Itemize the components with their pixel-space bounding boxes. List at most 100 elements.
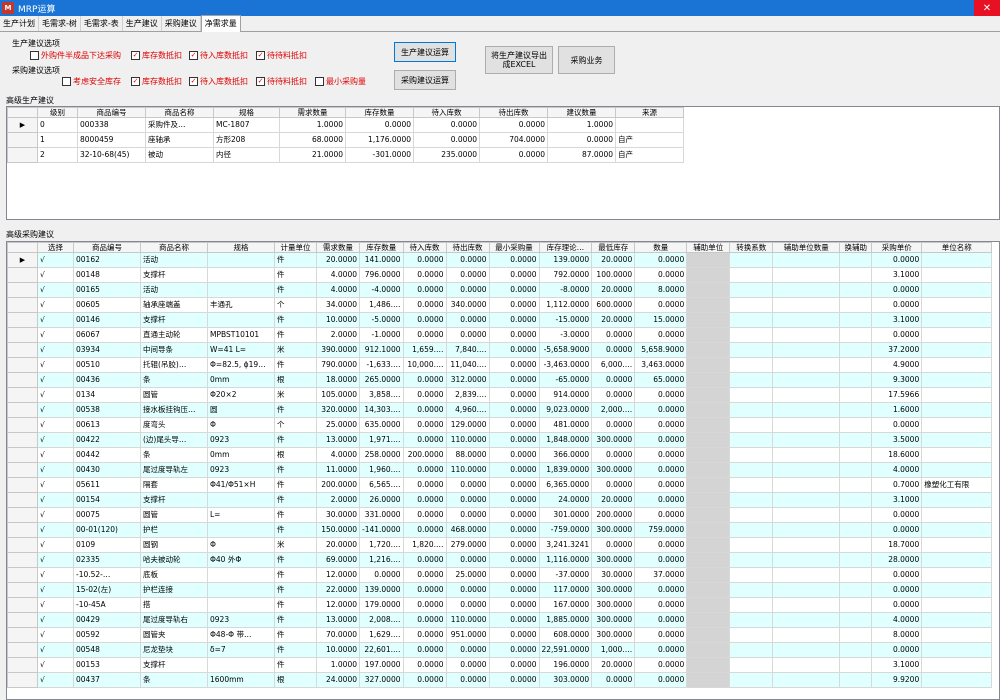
purchase-row[interactable]: √ 00165 活动件 4.0000 -4.0000 0.0000 0.0000 0.0000… xyxy=(7,282,993,298)
purchase-cell[interactable]: -10-45A xyxy=(73,597,141,613)
purchase-cell[interactable]: 2.0000 xyxy=(316,492,360,508)
purchase-cell[interactable]: 0134 xyxy=(73,387,141,403)
purchase-cell[interactable] xyxy=(772,522,841,538)
row-indicator[interactable] xyxy=(7,492,38,508)
purchase-row[interactable]: √ 0109 圆钢 Φ 米 20.0000 1,720.… 1,820.… 279.0000 0.… xyxy=(7,537,993,553)
purchase-cell[interactable]: 0.0000 xyxy=(488,492,540,508)
row-indicator[interactable] xyxy=(7,612,38,628)
purchase-cell[interactable]: 根 xyxy=(274,447,317,463)
checkbox-safety-stock[interactable]: 考虑安全库存 xyxy=(62,76,121,87)
purchase-cell[interactable]: 2,839.… xyxy=(445,387,490,403)
purchase-cell[interactable]: 件 xyxy=(274,552,317,568)
purchase-cell[interactable] xyxy=(772,612,841,628)
purchase-cell[interactable]: 0.0000 xyxy=(445,507,490,523)
purchase-cell[interactable]: 隔套 xyxy=(140,477,208,493)
row-indicator[interactable] xyxy=(7,642,38,658)
purchase-cell[interactable] xyxy=(729,627,774,643)
purchase-cell[interactable] xyxy=(839,372,873,388)
purchase-cell[interactable]: 15-02(左) xyxy=(73,582,141,598)
purchase-cell[interactable]: 件 xyxy=(274,657,317,673)
purchase-cell[interactable]: 0.0000 xyxy=(402,507,447,523)
purchase-cell[interactable]: 圆管 xyxy=(140,387,208,403)
purchase-cell[interactable] xyxy=(729,477,774,493)
checkbox-stock-deduct[interactable]: ✓ 库存数抵扣 xyxy=(131,50,182,61)
purchase-cell[interactable]: 117.0000 xyxy=(538,582,593,598)
purchase-cell[interactable]: 1.6000 xyxy=(871,402,923,418)
purchase-cell[interactable]: 条 xyxy=(140,447,208,463)
row-indicator[interactable] xyxy=(7,567,38,583)
purchase-column-header[interactable]: 待入库数 xyxy=(402,242,447,253)
production-row[interactable]: 2 32-10-68(45) 被动 内径 21.0000 -301.0000 235.000… xyxy=(7,147,684,163)
purchase-cell[interactable]: 8.0000 xyxy=(634,282,688,298)
purchase-cell[interactable]: 06067 xyxy=(73,327,141,343)
purchase-cell[interactable]: 340.0000 xyxy=(445,297,490,313)
purchase-cell[interactable]: 03934 xyxy=(73,342,141,358)
purchase-cell[interactable]: 件 xyxy=(274,507,317,523)
production-column-header[interactable]: 商品编号 xyxy=(77,107,146,118)
row-indicator[interactable] xyxy=(7,372,38,388)
purchase-row[interactable]: √ 00442 条 0mm 根 4.0000 258.0000 200.0000 88.0000… xyxy=(7,447,993,463)
purchase-cell[interactable]: 17.5966 xyxy=(871,387,923,403)
purchase-cell[interactable]: 0.0000 xyxy=(591,537,636,553)
production-cell[interactable]: -301.0000 xyxy=(345,147,414,163)
purchase-cell[interactable]: 20.0000 xyxy=(591,312,636,328)
purchase-cell[interactable] xyxy=(729,597,774,613)
purchase-cell[interactable]: 0.0000 xyxy=(634,297,688,313)
purchase-cell[interactable]: 300.0000 xyxy=(591,597,636,613)
purchase-cell[interactable]: 951.0000 xyxy=(445,627,490,643)
purchase-cell[interactable]: 0.0000 xyxy=(402,612,447,628)
purchase-cell[interactable]: 0.0000 xyxy=(488,522,540,538)
purchase-cell[interactable]: 0.0000 xyxy=(634,417,688,433)
purchase-cell[interactable]: 橡塑化工有限 xyxy=(921,477,993,493)
purchase-cell[interactable]: 30.0000 xyxy=(591,567,636,583)
purchase-cell[interactable]: 4.0000 xyxy=(871,612,923,628)
purchase-cell[interactable]: 4.0000 xyxy=(316,282,360,298)
purchase-column-header[interactable]: 辅助单位 xyxy=(686,242,731,253)
purchase-cell[interactable]: 圆管夹 xyxy=(140,627,208,643)
row-indicator[interactable] xyxy=(7,582,38,598)
purchase-cell[interactable]: 600.0000 xyxy=(591,297,636,313)
purchase-cell[interactable]: 2,000.… xyxy=(591,402,636,418)
production-cell[interactable]: 被动 xyxy=(145,147,214,163)
select-checkbox-cell[interactable]: √ xyxy=(37,252,74,268)
purchase-row[interactable]: √ 00148 支撑杆件 4.0000 796.0000 0.0000 0.0000 0.00… xyxy=(7,267,993,283)
purchase-cell[interactable]: 0.0000 xyxy=(634,672,688,688)
purchase-cell[interactable]: 0.0000 xyxy=(488,552,540,568)
production-cell[interactable]: 0 xyxy=(37,117,78,133)
checkbox-pending-deduct-purchase[interactable]: ✓ 待待料抵扣 xyxy=(256,76,307,87)
purchase-cell[interactable]: 0.0000 xyxy=(402,417,447,433)
purchase-cell[interactable] xyxy=(772,432,841,448)
purchase-cell[interactable]: 0.0000 xyxy=(634,267,688,283)
purchase-cell[interactable]: 0.0000 xyxy=(488,462,540,478)
purchase-cell[interactable]: 6,565.… xyxy=(359,477,404,493)
purchase-cell[interactable]: 托辊(吊胶)… xyxy=(140,357,208,373)
select-checkbox-cell[interactable]: √ xyxy=(37,642,74,658)
production-cell[interactable]: 68.0000 xyxy=(279,132,346,148)
purchase-cell[interactable]: 支撑杆 xyxy=(140,267,208,283)
purchase-cell[interactable]: 200.0000 xyxy=(316,477,360,493)
select-checkbox-cell[interactable]: √ xyxy=(37,297,74,313)
purchase-cell[interactable] xyxy=(729,507,774,523)
purchase-cell[interactable] xyxy=(921,642,993,658)
purchase-cell[interactable]: 0.0000 xyxy=(871,522,923,538)
purchase-cell[interactable]: 件 xyxy=(274,477,317,493)
purchase-cell[interactable]: 0.0000 xyxy=(488,282,540,298)
production-cell[interactable]: 0.0000 xyxy=(413,117,480,133)
purchase-cell[interactable] xyxy=(772,252,841,268)
purchase-cell[interactable] xyxy=(686,627,731,643)
purchase-cell[interactable] xyxy=(207,522,275,538)
purchase-cell[interactable] xyxy=(839,477,873,493)
purchase-cell[interactable]: 0.0000 xyxy=(402,387,447,403)
purchase-cell[interactable] xyxy=(921,312,993,328)
purchase-cell[interactable] xyxy=(772,492,841,508)
purchase-cell[interactable] xyxy=(772,312,841,328)
purchase-cell[interactable]: 1,839.0000 xyxy=(538,462,593,478)
purchase-cell[interactable] xyxy=(729,432,774,448)
purchase-column-header[interactable]: 计量单位 xyxy=(274,242,317,253)
row-indicator[interactable] xyxy=(7,672,38,688)
purchase-cell[interactable]: 0.0000 xyxy=(871,567,923,583)
purchase-cell[interactable]: 0.0000 xyxy=(402,552,447,568)
purchase-cell[interactable]: 635.0000 xyxy=(359,417,404,433)
purchase-cell[interactable]: 0.0000 xyxy=(488,327,540,343)
purchase-cell[interactable]: 200.0000 xyxy=(591,507,636,523)
